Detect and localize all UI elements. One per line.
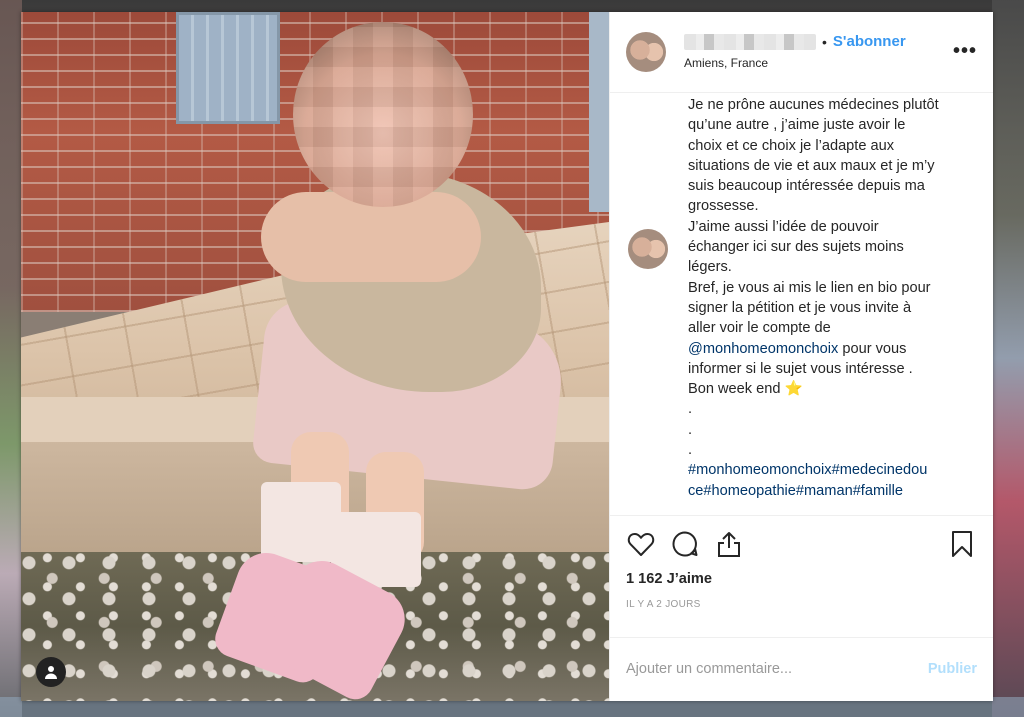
window-shutter bbox=[176, 12, 280, 124]
caption-line: @monhomeomonchoix pour vous bbox=[688, 339, 978, 359]
caption-line: signer la pétition et je vous invite à bbox=[688, 299, 912, 316]
closing-text: Bon week end bbox=[688, 381, 785, 398]
separator-dot: • bbox=[822, 33, 827, 50]
follow-button[interactable]: S'abonner bbox=[833, 33, 906, 50]
share-icon[interactable] bbox=[714, 529, 744, 559]
avatar[interactable] bbox=[626, 31, 666, 72]
post-modal: • S'abonner Amiens, France ••• Je ne prô… bbox=[21, 12, 993, 701]
caption-text: Je ne prône aucunes médecines plutôt qu’… bbox=[688, 93, 978, 501]
hashtag-link[interactable]: #monhomeomonchoix#medecinedou bbox=[688, 460, 978, 480]
caption-line: Je ne prône aucunes médecines plutôt bbox=[688, 96, 939, 113]
post-header: • S'abonner Amiens, France ••• bbox=[610, 12, 993, 93]
door-edge bbox=[589, 12, 609, 212]
caption-scroll[interactable]: Je ne prône aucunes médecines plutôt qu’… bbox=[610, 93, 993, 515]
post-location[interactable]: Amiens, France bbox=[684, 56, 953, 70]
caption-line: J’aime aussi l’idée de pouvoir bbox=[688, 218, 879, 235]
caption-line: qu’une autre , j’aime juste avoir le bbox=[688, 117, 906, 134]
hashtag-link[interactable]: ce#homeopathie#maman#famille bbox=[688, 481, 978, 501]
heart-icon[interactable] bbox=[626, 529, 656, 559]
like-count[interactable]: 1 162 J’aime bbox=[626, 571, 977, 587]
caption-line: échanger ici sur des sujets moins bbox=[688, 239, 904, 256]
caption-line: aller voir le compte de bbox=[688, 320, 831, 337]
blurred-face bbox=[293, 22, 473, 207]
publish-button[interactable]: Publier bbox=[928, 661, 977, 677]
caption-dot: . bbox=[688, 421, 693, 438]
caption-line: Bon week end ⭐ bbox=[688, 379, 978, 399]
comment-icon[interactable] bbox=[670, 529, 700, 559]
post-timestamp[interactable]: IL Y A 2 JOURS bbox=[626, 599, 977, 610]
username-redacted[interactable] bbox=[684, 33, 816, 50]
caption-avatar[interactable] bbox=[628, 228, 668, 269]
caption-dot: . bbox=[688, 401, 693, 418]
comment-bar: Publier bbox=[610, 636, 993, 701]
bookmark-icon[interactable] bbox=[947, 529, 977, 559]
comment-input[interactable] bbox=[626, 661, 928, 678]
mention-link[interactable]: @monhomeomonchoix bbox=[688, 341, 838, 357]
caption-line: grossesse. bbox=[688, 198, 759, 215]
post-photo[interactable] bbox=[21, 12, 609, 701]
caption-line: situations de vie et aux maux et je m’y bbox=[688, 157, 935, 174]
post-sidebar: • S'abonner Amiens, France ••• Je ne prô… bbox=[609, 12, 993, 701]
caption-line: légers. bbox=[688, 259, 732, 276]
background-left bbox=[0, 0, 22, 717]
star-emoji: ⭐ bbox=[784, 381, 803, 398]
background-right bbox=[992, 0, 1024, 717]
more-options-icon[interactable]: ••• bbox=[953, 40, 977, 63]
user-tag-icon[interactable] bbox=[36, 657, 66, 687]
sock-left bbox=[261, 482, 341, 562]
caption-dot: . bbox=[688, 442, 693, 459]
caption-line: informer si le sujet vous intéresse . bbox=[688, 360, 913, 377]
caption-line: choix et ce choix je l’adapte aux bbox=[688, 137, 895, 154]
post-actions: 1 162 J’aime IL Y A 2 JOURS bbox=[610, 515, 993, 636]
caption-line: suis beaucoup intéressée depuis ma bbox=[688, 178, 925, 195]
mention-after: pour vous bbox=[838, 340, 907, 357]
caption-line: Bref, je vous ai mis le lien en bio pour bbox=[688, 279, 931, 296]
